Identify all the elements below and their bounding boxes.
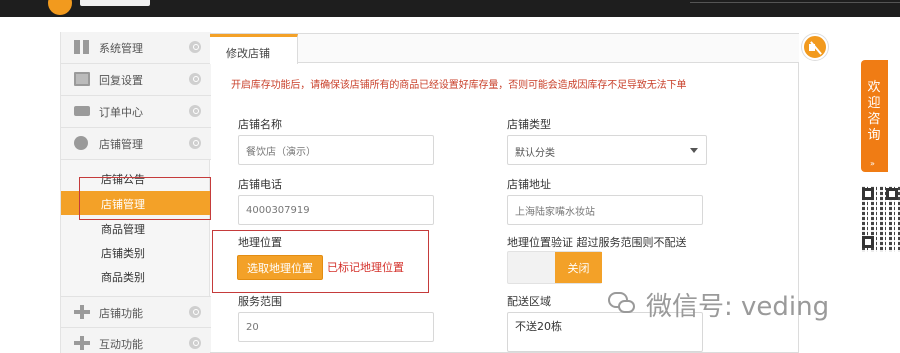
sidebar-item-orders[interactable]: 订单中心 bbox=[61, 96, 211, 128]
qr-finder-icon bbox=[862, 236, 874, 248]
annotation-box-geo bbox=[212, 230, 429, 293]
qr-finder-icon bbox=[862, 188, 874, 200]
logo-mark-icon bbox=[48, 0, 72, 15]
top-divider bbox=[690, 2, 900, 3]
mail-icon bbox=[74, 72, 90, 86]
plus-icon bbox=[74, 336, 90, 350]
wechat-icon bbox=[608, 292, 636, 316]
logo-wordmark bbox=[80, 0, 150, 6]
annotation-box-sidebar bbox=[79, 177, 211, 220]
stock-notice: 开启库存功能后，请确保该店铺所有的商品已经设置好库存量，否则可能会造成因库存不足… bbox=[231, 80, 687, 91]
circle-arrow-icon bbox=[189, 73, 201, 85]
service-range-input[interactable] bbox=[238, 312, 434, 342]
store-type-label: 店铺类型 bbox=[507, 118, 551, 131]
grid-icon bbox=[74, 40, 90, 54]
sidebar-item-label: 系统管理 bbox=[99, 42, 143, 55]
plus-icon bbox=[74, 305, 90, 319]
tab-edit-store[interactable]: 修改店铺 bbox=[210, 34, 298, 64]
sidebar-item-interaction[interactable]: 互动功能 bbox=[61, 328, 211, 353]
sidebar-item-label: 回复设置 bbox=[99, 74, 143, 87]
store-type-value: 默认分类 bbox=[515, 148, 555, 159]
sidebar-item-store-features[interactable]: 店铺功能 bbox=[61, 296, 211, 328]
circle-arrow-icon bbox=[189, 306, 201, 318]
sidebar-subitem-product-category[interactable]: 商品类别 bbox=[61, 264, 211, 288]
geo-verify-toggle[interactable]: 关闭 bbox=[507, 251, 602, 284]
tab-label: 修改店铺 bbox=[226, 47, 270, 60]
sidebar-subitem-label: 商品类别 bbox=[101, 271, 145, 284]
sidebar-item-label: 店铺功能 bbox=[99, 307, 143, 320]
sidebar-subitem-label: 商品管理 bbox=[101, 223, 145, 236]
store-phone-input[interactable] bbox=[238, 195, 434, 225]
top-bar bbox=[0, 0, 900, 17]
sidebar-item-label: 互动功能 bbox=[99, 338, 143, 351]
caret-down-icon bbox=[690, 148, 698, 153]
store-phone-label: 店铺电话 bbox=[238, 178, 282, 191]
sidebar-subitem-label: 店铺类别 bbox=[101, 247, 145, 260]
sidebar-item-label: 店铺管理 bbox=[99, 138, 143, 151]
sidebar-item-label: 订单中心 bbox=[99, 106, 143, 119]
sidebar-item-reply[interactable]: 回复设置 bbox=[61, 64, 211, 96]
qr-finder-icon bbox=[886, 188, 898, 200]
watermark-text: 微信号: veding bbox=[646, 292, 830, 322]
circle-arrow-icon bbox=[189, 337, 201, 349]
geo-verify-label: 地理位置验证 超过服务范围则不配送 bbox=[507, 236, 687, 249]
double-chevron-icon: » bbox=[870, 159, 875, 168]
store-address-label: 店铺地址 bbox=[507, 178, 551, 191]
store-type-select[interactable]: 默认分类 bbox=[507, 135, 707, 165]
qr-code bbox=[862, 186, 900, 252]
consult-tab[interactable]: 欢迎咨询 » bbox=[861, 60, 888, 172]
clock-icon bbox=[74, 136, 88, 150]
consult-label: 欢迎咨询 bbox=[867, 80, 881, 143]
sidebar-item-system[interactable]: 系统管理 bbox=[61, 32, 211, 64]
circle-arrow-icon bbox=[189, 137, 201, 149]
circle-arrow-icon bbox=[189, 41, 201, 53]
service-range-label: 服务范围 bbox=[238, 295, 282, 308]
truck-icon bbox=[74, 106, 90, 116]
mute-icon[interactable] bbox=[802, 34, 828, 60]
store-name-input[interactable] bbox=[238, 135, 434, 165]
store-address-input[interactable] bbox=[507, 195, 703, 225]
tab-bar: 修改店铺 bbox=[210, 34, 799, 64]
toggle-off-button[interactable]: 关闭 bbox=[555, 252, 602, 283]
sidebar-subitem-store-category[interactable]: 店铺类别 bbox=[61, 240, 211, 264]
delivery-area-label: 配送区域 bbox=[507, 295, 551, 308]
store-name-label: 店铺名称 bbox=[238, 118, 282, 131]
sidebar-item-store[interactable]: 店铺管理 bbox=[61, 128, 211, 160]
logo[interactable] bbox=[48, 0, 160, 15]
circle-arrow-icon bbox=[189, 105, 201, 117]
